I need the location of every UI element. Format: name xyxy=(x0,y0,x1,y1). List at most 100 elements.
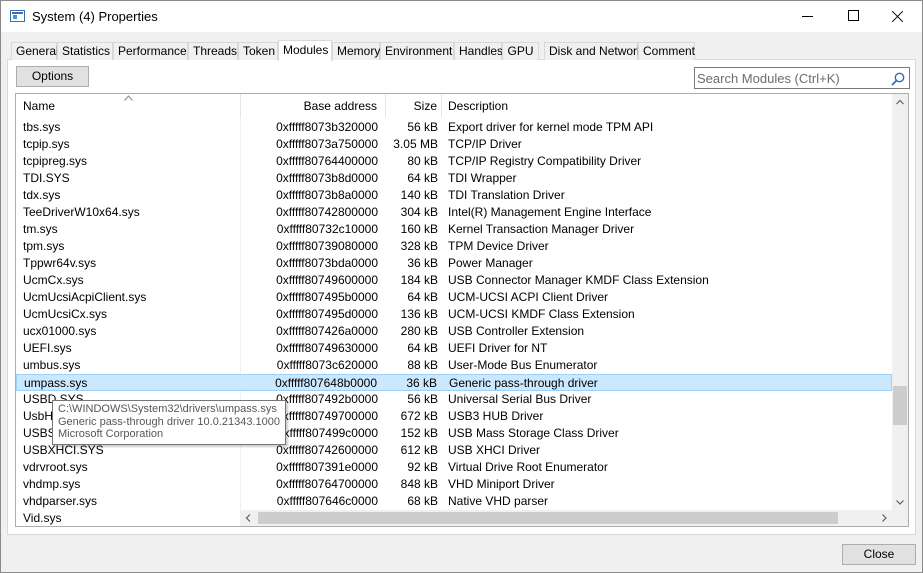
scroll-left-icon[interactable] xyxy=(240,510,256,526)
tab-handles[interactable]: Handles xyxy=(454,42,503,60)
table-row[interactable]: UcmUcsiAcpiClient.sys 0xfffff807495b0000 6… xyxy=(16,289,892,306)
cell-base-address: 0xfffff807391e0000 xyxy=(276,460,378,474)
tab-memory[interactable]: Memory xyxy=(332,42,380,60)
table-row[interactable]: tcpip.sys 0xfffff8073a750000 3.05 MB TCP/IP… xyxy=(16,136,892,153)
cell-name: tbs.sys xyxy=(23,120,61,134)
cell-size: 184 kB xyxy=(400,273,438,287)
cell-size: 56 kB xyxy=(407,392,438,406)
cell-description: Universal Serial Bus Driver xyxy=(448,392,592,406)
table-row[interactable]: tbs.sys 0xfffff8073b320000 56 kB Export dri… xyxy=(16,119,892,136)
table-row[interactable]: vdrvroot.sys 0xfffff807391e0000 92 kB Virtu… xyxy=(16,459,892,476)
tab-general[interactable]: General xyxy=(11,42,59,60)
tooltip-path: C:\WINDOWS\System32\drivers\umpass.sys xyxy=(58,403,277,415)
tab-statistics[interactable]: Statistics xyxy=(57,42,113,60)
column-header-description[interactable]: Description xyxy=(448,94,508,117)
minimize-button[interactable] xyxy=(785,1,830,32)
cell-name: TeeDriverW10x64.sys xyxy=(23,205,140,219)
table-row[interactable]: UcmUcsiCx.sys 0xfffff807495d0000 136 kB UCM… xyxy=(16,306,892,323)
tab-modules[interactable]: Modules xyxy=(278,40,332,61)
search-icon[interactable] xyxy=(890,71,906,87)
horizontal-scrollbar[interactable] xyxy=(240,510,892,526)
table-row[interactable]: vhdparser.sys 0xfffff807646c0000 68 kB Nati… xyxy=(16,493,892,510)
sort-ascending-icon xyxy=(124,95,133,101)
vertical-scroll-thumb[interactable] xyxy=(893,386,907,425)
cell-base-address: 0xfffff807426a0000 xyxy=(276,324,378,338)
cell-base-address: 0xfffff80739080000 xyxy=(276,239,378,253)
scroll-right-icon[interactable] xyxy=(876,510,892,526)
table-row[interactable]: tcpipreg.sys 0xfffff80764400000 80 kB TCP/I… xyxy=(16,153,892,170)
table-row[interactable]: ucx01000.sys 0xfffff807426a0000 280 kB USB … xyxy=(16,323,892,340)
cell-size: 80 kB xyxy=(407,154,438,168)
cell-base-address: 0xfffff807648b0000 xyxy=(275,376,377,390)
cell-description: TDI Translation Driver xyxy=(448,188,565,202)
cell-description: UCM-UCSI KMDF Class Extension xyxy=(448,307,635,321)
cell-size: 56 kB xyxy=(407,120,438,134)
title-bar[interactable]: System (4) Properties xyxy=(1,1,922,32)
cell-name: UEFI.sys xyxy=(23,341,72,355)
search-input[interactable] xyxy=(697,68,887,88)
cell-description: USB Connector Manager KMDF Class Extensi… xyxy=(448,273,709,287)
cell-description: Generic pass-through driver xyxy=(449,376,598,390)
cell-base-address: 0xfffff80764700000 xyxy=(276,477,378,491)
column-header-name[interactable]: Name xyxy=(23,94,55,117)
cell-description: Native VHD parser xyxy=(448,494,549,508)
cell-description: TCP/IP Registry Compatibility Driver xyxy=(448,154,642,168)
cell-size: 848 kB xyxy=(400,477,438,491)
close-button[interactable]: Close xyxy=(842,544,916,565)
options-button[interactable]: Options xyxy=(16,66,89,87)
window-app-icon xyxy=(10,10,25,22)
cell-base-address: 0xfffff8073b320000 xyxy=(276,120,378,134)
cell-size: 88 kB xyxy=(407,358,438,372)
table-row[interactable]: tpm.sys 0xfffff80739080000 328 kB TPM Devic… xyxy=(16,238,892,255)
table-row[interactable]: TDI.SYS 0xfffff8073b8d0000 64 kB TDI Wrappe… xyxy=(16,170,892,187)
cell-base-address: 0xfffff8073c620000 xyxy=(276,358,378,372)
vertical-scrollbar[interactable] xyxy=(892,94,908,526)
cell-base-address: 0xfffff807492b0000 xyxy=(276,392,378,406)
tab-token[interactable]: Token xyxy=(238,42,278,60)
column-divider[interactable] xyxy=(240,94,241,117)
column-header-base-address[interactable]: Base address xyxy=(304,94,377,117)
tab-disk-and-network[interactable]: Disk and Network xyxy=(544,42,643,60)
table-row[interactable]: UEFI.sys 0xfffff80749630000 64 kB UEFI Driv… xyxy=(16,340,892,357)
maximize-button[interactable] xyxy=(831,1,876,32)
tab-gpu[interactable]: GPU xyxy=(502,42,539,60)
cell-description: Kernel Transaction Manager Driver xyxy=(448,222,635,236)
table-row[interactable]: TeeDriverW10x64.sys 0xfffff80742800000 304… xyxy=(16,204,892,221)
table-row[interactable]: umpass.sys 0xfffff807648b0000 36 kB Generic… xyxy=(16,374,892,391)
close-window-button[interactable] xyxy=(875,1,920,32)
table-row[interactable]: tdx.sys 0xfffff8073b8a0000 140 kB TDI Trans… xyxy=(16,187,892,204)
scroll-down-icon[interactable] xyxy=(892,494,908,510)
cell-name: vdrvroot.sys xyxy=(23,460,88,474)
column-divider[interactable] xyxy=(441,94,442,117)
table-row[interactable]: Tppwr64v.sys 0xfffff8073bda0000 36 kB Power… xyxy=(16,255,892,272)
cell-name: vhdparser.sys xyxy=(23,494,98,508)
cell-base-address: 0xfffff8073bda0000 xyxy=(276,256,378,270)
scroll-up-icon[interactable] xyxy=(892,94,908,110)
table-row[interactable]: tm.sys 0xfffff80732c10000 160 kB Kernel Tra… xyxy=(16,221,892,238)
column-header-size[interactable]: Size xyxy=(414,94,437,117)
cell-size: 136 kB xyxy=(400,307,438,321)
tab-environment[interactable]: Environment xyxy=(380,42,454,60)
cell-size: 672 kB xyxy=(400,409,438,423)
cell-name: ucx01000.sys xyxy=(23,324,97,338)
modules-list[interactable]: Name Base address Size Description tbs.s… xyxy=(15,93,909,527)
search-box[interactable] xyxy=(694,67,910,89)
cell-description: TPM Device Driver xyxy=(448,239,549,253)
table-row[interactable]: UcmCx.sys 0xfffff80749600000 184 kB USB Con… xyxy=(16,272,892,289)
cell-base-address: 0xfffff8073b8a0000 xyxy=(276,188,378,202)
table-row[interactable]: vhdmp.sys 0xfffff80764700000 848 kB VHD Min… xyxy=(16,476,892,493)
cell-size: 612 kB xyxy=(400,443,438,457)
cell-size: 36 kB xyxy=(407,256,438,270)
cell-description: USB XHCI Driver xyxy=(448,443,541,457)
table-row[interactable]: umbus.sys 0xfffff8073c620000 88 kB User-Mod… xyxy=(16,357,892,374)
cell-description: UCM-UCSI ACPI Client Driver xyxy=(448,290,609,304)
tab-performance[interactable]: Performance xyxy=(113,42,188,60)
tab-comment[interactable]: Comment xyxy=(638,42,695,60)
column-divider[interactable] xyxy=(385,94,386,117)
horizontal-scroll-thumb[interactable] xyxy=(258,512,838,524)
cell-description: UEFI Driver for NT xyxy=(448,341,548,355)
cell-base-address: 0xfffff8073b8d0000 xyxy=(276,171,378,185)
tab-threads[interactable]: Threads xyxy=(188,42,238,60)
cell-base-address: 0xfffff80749630000 xyxy=(276,341,378,355)
properties-window: System (4) Properties General Statistics… xyxy=(0,0,923,573)
